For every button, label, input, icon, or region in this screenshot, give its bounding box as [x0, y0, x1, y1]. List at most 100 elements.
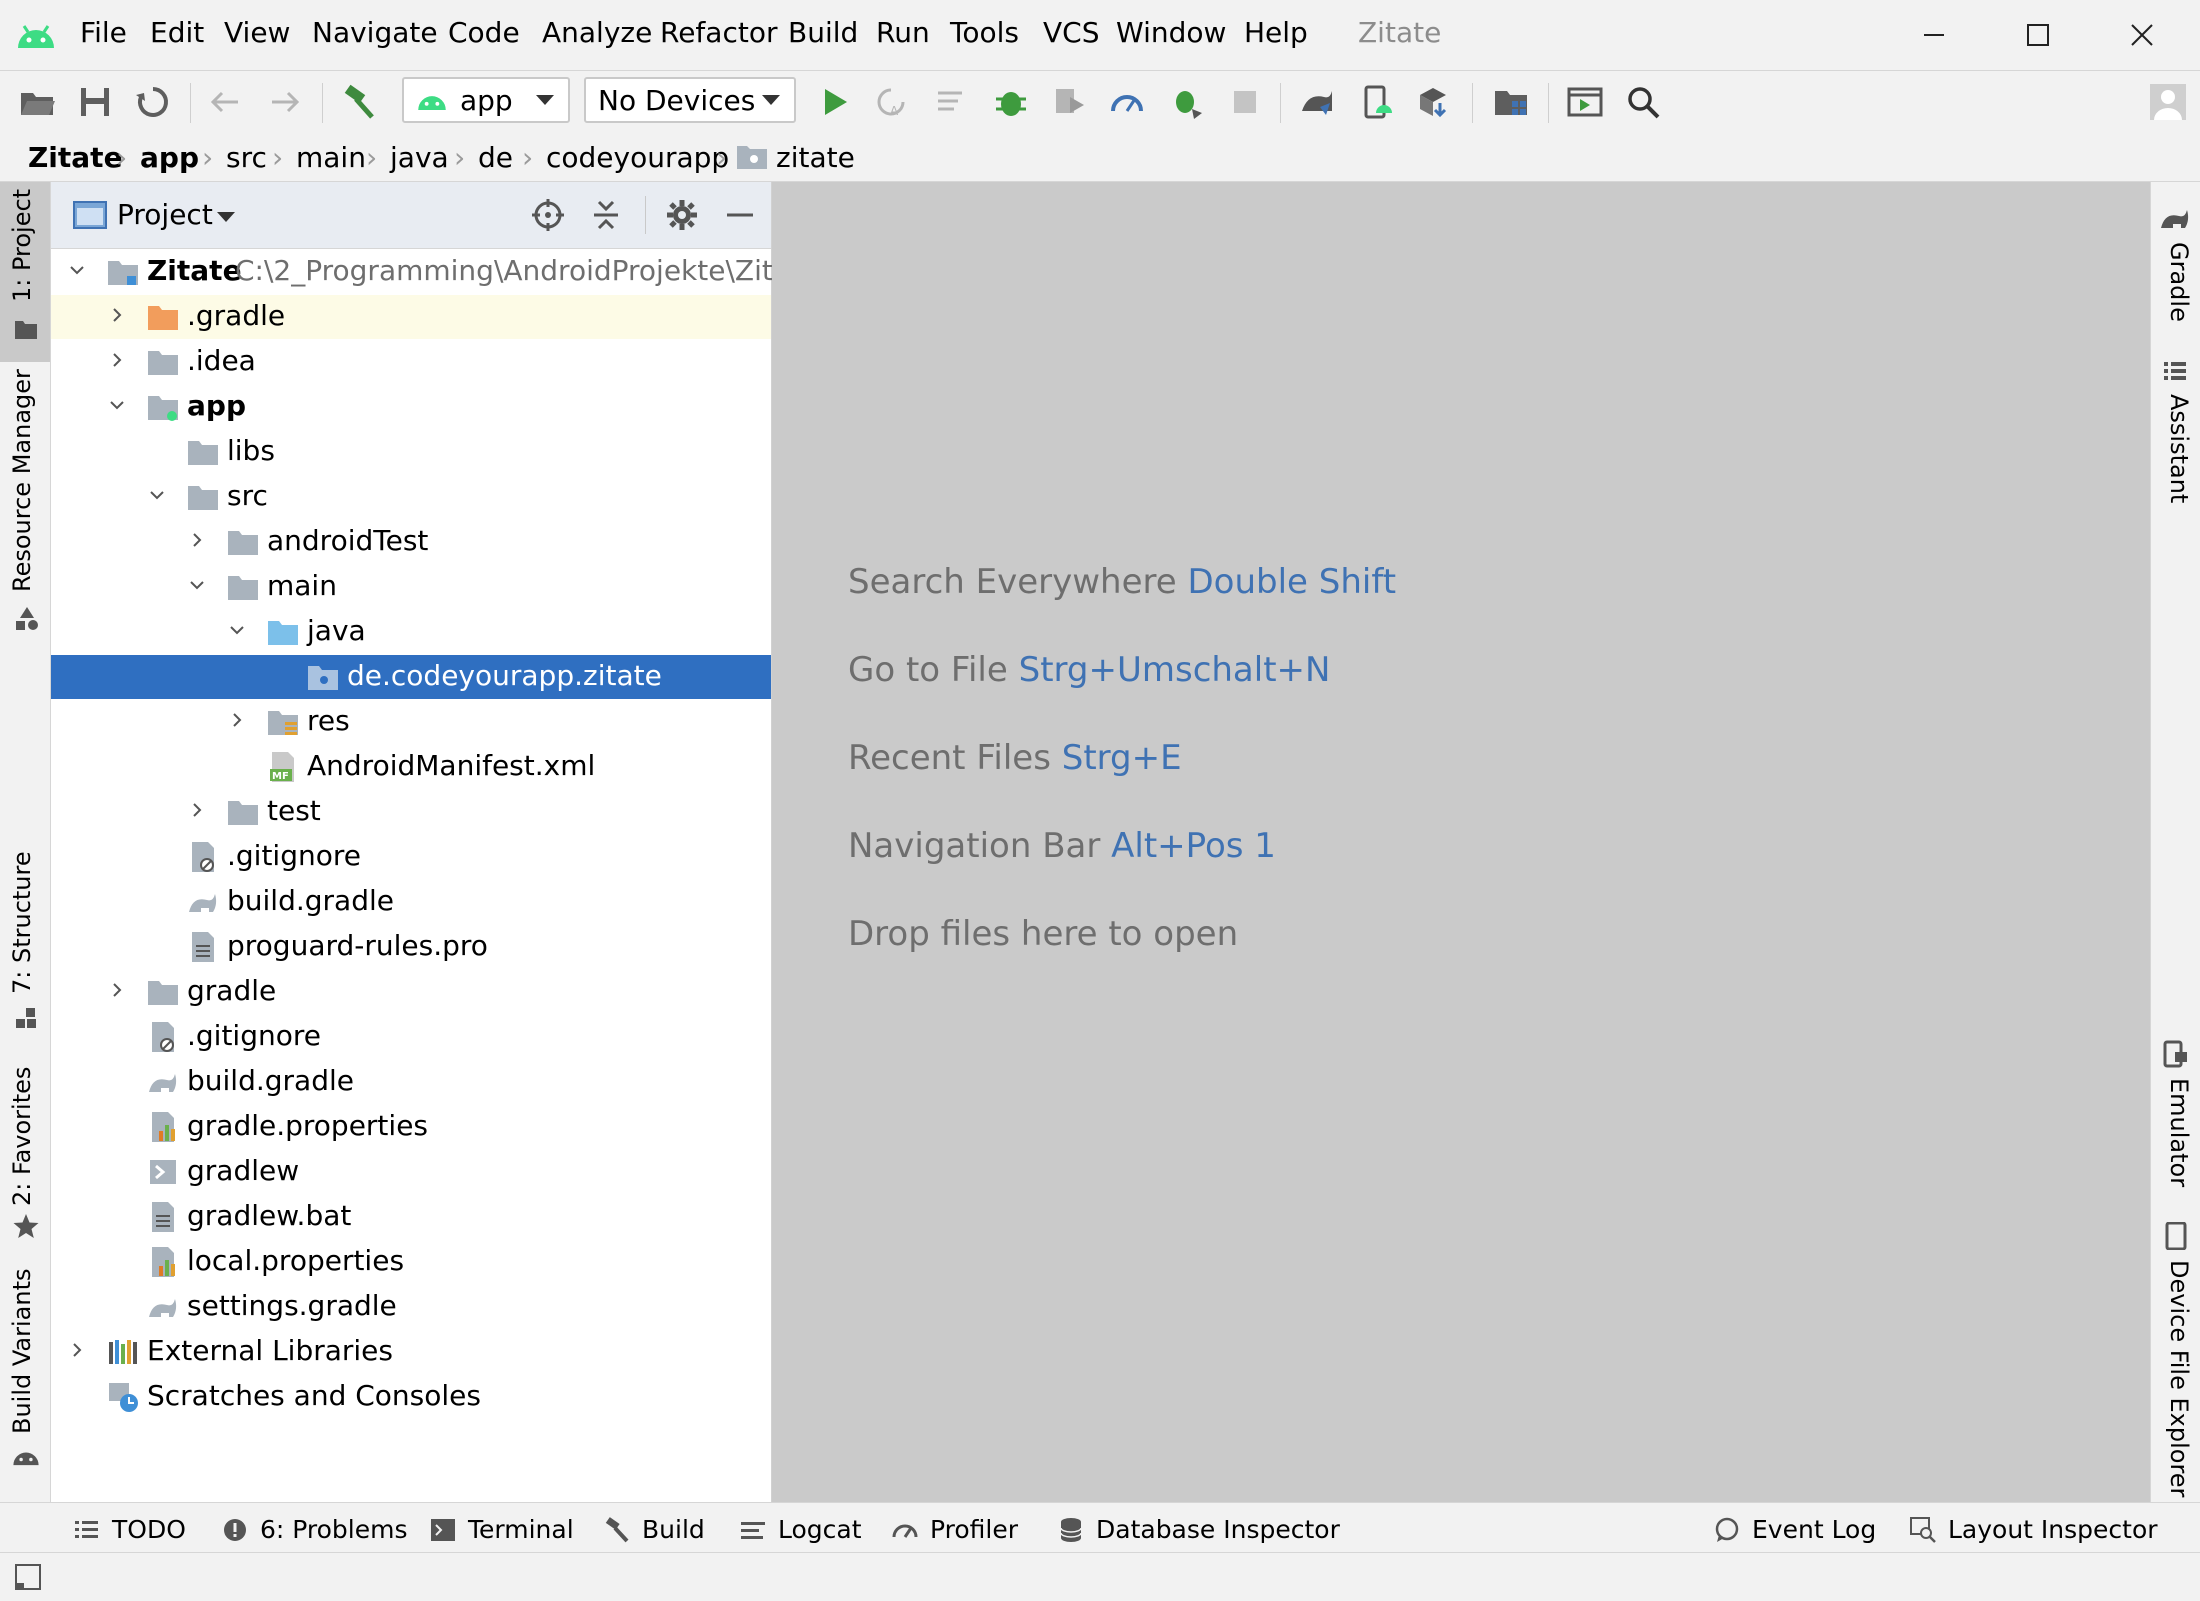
account-avatar-icon[interactable]: [2150, 84, 2186, 120]
tree-row[interactable]: .gitignore: [51, 1015, 771, 1059]
sdk-manager-icon[interactable]: [1414, 83, 1452, 121]
editor-area[interactable]: Search Everywhere Double Shift Go to Fil…: [772, 182, 2150, 1502]
chevron-down-icon[interactable]: [109, 397, 125, 413]
tree-row[interactable]: main: [51, 565, 771, 609]
attach-debugger-icon[interactable]: [1168, 83, 1206, 121]
gradle-sync-icon[interactable]: [1298, 83, 1336, 121]
search-icon[interactable]: [1624, 83, 1662, 121]
breadcrumb-item[interactable]: app: [140, 141, 199, 174]
tool-tab-terminal[interactable]: Terminal: [430, 1515, 574, 1544]
chevron-right-icon[interactable]: [109, 307, 125, 323]
chevron-down-icon[interactable]: [217, 212, 235, 222]
tree-row[interactable]: src: [51, 475, 771, 519]
chevron-down-icon[interactable]: [69, 262, 85, 278]
device-manager-screen-icon[interactable]: [1566, 83, 1604, 121]
apply-changes-icon[interactable]: A: [872, 83, 910, 121]
breadcrumb-item[interactable]: de: [478, 141, 513, 174]
tool-tab-structure[interactable]: 7: Structure: [8, 851, 36, 994]
tool-tab-favorites[interactable]: 2: Favorites: [8, 1067, 36, 1206]
save-icon[interactable]: [76, 83, 114, 121]
menu-window[interactable]: Window: [1116, 16, 1226, 49]
select-opened-file-crosshair-icon[interactable]: [531, 198, 565, 232]
tree-row[interactable]: androidTest: [51, 520, 771, 564]
tree-row[interactable]: External Libraries: [51, 1330, 771, 1374]
menu-analyze[interactable]: Analyze: [542, 16, 652, 49]
breadcrumb-item[interactable]: java: [390, 141, 449, 174]
tool-tab-gradle[interactable]: Gradle: [2165, 242, 2193, 322]
breadcrumb-item[interactable]: main: [296, 141, 366, 174]
chevron-right-icon[interactable]: [189, 532, 205, 548]
tool-tab-event-log[interactable]: Event Log: [1714, 1515, 1876, 1544]
tree-row[interactable]: java: [51, 610, 771, 654]
maximize-button[interactable]: [2008, 12, 2068, 58]
tool-tab-problems[interactable]: 6: Problems: [222, 1515, 408, 1544]
make-project-hammer-icon[interactable]: [340, 83, 378, 121]
apply-code-changes-icon[interactable]: [934, 83, 972, 121]
hide-panel-icon[interactable]: [723, 198, 757, 232]
project-view-selector[interactable]: Project: [117, 198, 213, 231]
menu-tools[interactable]: Tools: [950, 16, 1019, 49]
debug-bug-icon[interactable]: [992, 83, 1030, 121]
tool-tab-resource-manager[interactable]: Resource Manager: [8, 369, 36, 592]
breadcrumb-item[interactable]: codeyourapp: [546, 141, 729, 174]
tree-row[interactable]: gradlew: [51, 1150, 771, 1194]
coverage-icon[interactable]: [1050, 83, 1088, 121]
tool-tab-device-file-explorer[interactable]: Device File Explorer: [2165, 1260, 2193, 1497]
breadcrumb-item[interactable]: zitate: [776, 141, 855, 174]
chevron-down-icon[interactable]: [149, 487, 165, 503]
tree-row[interactable]: .idea: [51, 340, 771, 384]
tree-row[interactable]: .gradle: [51, 295, 771, 339]
chevron-right-icon[interactable]: [109, 982, 125, 998]
tree-row[interactable]: proguard-rules.pro: [51, 925, 771, 969]
collapse-all-icon[interactable]: [589, 198, 623, 232]
stop-icon[interactable]: [1226, 83, 1264, 121]
tool-tab-build[interactable]: Build: [604, 1515, 705, 1544]
tree-row[interactable]: gradle: [51, 970, 771, 1014]
chevron-right-icon[interactable]: [109, 352, 125, 368]
tree-row[interactable]: settings.gradle: [51, 1285, 771, 1329]
tree-row[interactable]: res: [51, 700, 771, 744]
tool-tab-database-inspector[interactable]: Database Inspector: [1058, 1515, 1340, 1544]
avd-manager-icon[interactable]: [1358, 83, 1396, 121]
chevron-right-icon[interactable]: [229, 712, 245, 728]
tool-tab-emulator[interactable]: Emulator: [2165, 1078, 2193, 1187]
tree-row[interactable]: app: [51, 385, 771, 429]
gear-icon[interactable]: [665, 198, 699, 232]
tool-tab-logcat[interactable]: Logcat: [740, 1515, 862, 1544]
chevron-right-icon[interactable]: [189, 802, 205, 818]
tool-tab-project[interactable]: 1: Project: [8, 189, 36, 302]
menu-run[interactable]: Run: [876, 16, 930, 49]
tree-row-selected[interactable]: de.codeyourapp.zitate: [51, 655, 771, 699]
close-window-button[interactable]: [2112, 12, 2172, 58]
tool-tab-profiler[interactable]: Profiler: [892, 1515, 1018, 1544]
tree-row[interactable]: gradle.properties: [51, 1105, 771, 1149]
toggle-tool-windows-icon[interactable]: [14, 1563, 42, 1591]
menu-vcs[interactable]: VCS: [1043, 16, 1099, 49]
tool-tab-build-variants[interactable]: Build Variants: [8, 1268, 36, 1434]
menu-edit[interactable]: Edit: [150, 16, 204, 49]
breadcrumb-item[interactable]: src: [226, 141, 267, 174]
tree-row[interactable]: MF AndroidManifest.xml: [51, 745, 771, 789]
tool-tab-layout-inspector[interactable]: Layout Inspector: [1910, 1515, 2158, 1544]
tree-row[interactable]: local.properties: [51, 1240, 771, 1284]
chevron-down-icon[interactable]: [229, 622, 245, 638]
menu-refactor[interactable]: Refactor: [660, 16, 777, 49]
tree-row[interactable]: .gitignore: [51, 835, 771, 879]
breadcrumb-item[interactable]: Zitate: [28, 141, 123, 174]
run-configuration-select[interactable]: app: [402, 77, 570, 123]
sync-icon[interactable]: [134, 83, 172, 121]
open-folder-icon[interactable]: [18, 83, 56, 121]
tree-row[interactable]: test: [51, 790, 771, 834]
forward-arrow-icon[interactable]: [266, 83, 304, 121]
chevron-down-icon[interactable]: [189, 577, 205, 593]
profile-icon[interactable]: [1108, 83, 1146, 121]
menu-build[interactable]: Build: [788, 16, 858, 49]
tree-row[interactable]: build.gradle: [51, 1060, 771, 1104]
back-arrow-icon[interactable]: [206, 83, 244, 121]
project-structure-icon[interactable]: [1492, 83, 1530, 121]
tool-tab-todo[interactable]: TODO: [74, 1515, 186, 1544]
menu-code[interactable]: Code: [448, 16, 520, 49]
chevron-right-icon[interactable]: [69, 1342, 85, 1358]
minimize-button[interactable]: [1904, 12, 1964, 58]
device-select[interactable]: No Devices: [584, 77, 796, 123]
